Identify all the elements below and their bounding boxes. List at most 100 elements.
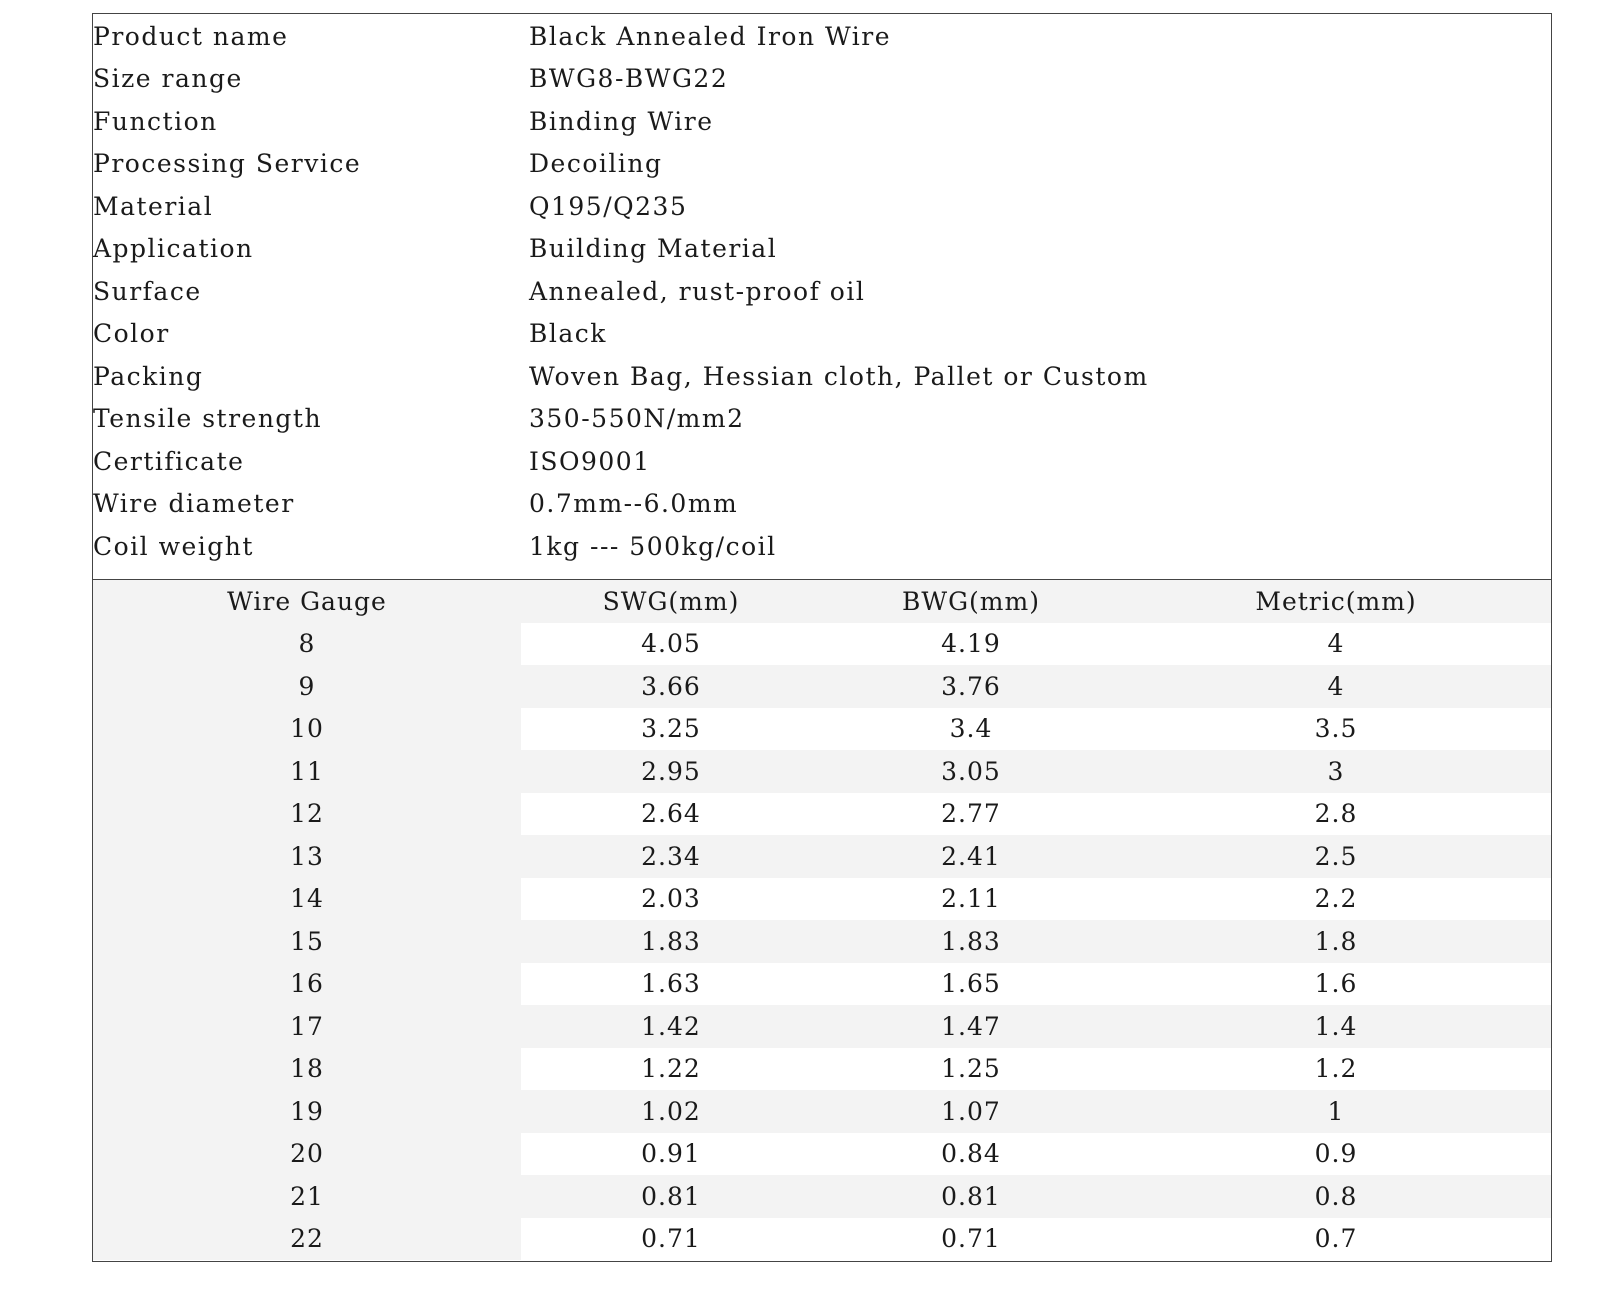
spec-label: Material xyxy=(93,191,214,221)
swg-cell: 2.03 xyxy=(641,884,701,914)
table-row: 13 2.34 2.41 2.5 xyxy=(93,835,1551,878)
spec-label: Application xyxy=(93,234,254,264)
swg-cell: 2.34 xyxy=(641,841,701,871)
swg-cell: 1.02 xyxy=(641,1096,701,1126)
table-row: 14 2.03 2.11 2.2 xyxy=(93,877,1551,920)
swg-cell: 1.83 xyxy=(641,926,701,956)
bwg-cell: 1.25 xyxy=(941,1054,1001,1084)
spec-row: Processing Service Decoiling xyxy=(93,143,1551,186)
header-bwg: BWG(mm) xyxy=(902,586,1040,616)
gauge-cell: 9 xyxy=(93,665,521,708)
bwg-cell: 0.81 xyxy=(941,1181,1001,1211)
spec-row: Coil weight 1kg --- 500kg/coil xyxy=(93,525,1551,568)
metric-cell: 0.7 xyxy=(1314,1224,1358,1254)
metric-cell: 4 xyxy=(1327,629,1345,659)
swg-cell: 1.42 xyxy=(641,1011,701,1041)
header-swg: SWG(mm) xyxy=(602,586,740,616)
table-row: 11 2.95 3.05 3 xyxy=(93,750,1551,793)
spec-label: Function xyxy=(93,106,218,136)
metric-cell: 0.8 xyxy=(1314,1181,1358,1211)
metric-cell: 3 xyxy=(1327,756,1345,786)
spec-label: Coil weight xyxy=(93,531,254,561)
spec-row: Application Building Material xyxy=(93,228,1551,271)
metric-cell: 2.8 xyxy=(1314,799,1358,829)
table-row: 15 1.83 1.83 1.8 xyxy=(93,920,1551,963)
metric-cell: 3.5 xyxy=(1314,714,1358,744)
spec-row: Tensile strength 350-550N/mm2 xyxy=(93,398,1551,441)
metric-cell: 0.9 xyxy=(1314,1139,1358,1169)
spec-label: Size range xyxy=(93,64,243,94)
swg-cell: 2.95 xyxy=(641,756,701,786)
spec-value: Black Annealed Iron Wire xyxy=(529,21,891,51)
spec-value: Building Material xyxy=(529,234,778,264)
table-row: 19 1.02 1.07 1 xyxy=(93,1090,1551,1133)
spec-row: Product name Black Annealed Iron Wire xyxy=(93,15,1551,58)
spec-value: ISO9001 xyxy=(529,446,651,476)
gauge-cell: 19 xyxy=(93,1090,521,1133)
spec-value: Binding Wire xyxy=(529,106,714,136)
spec-value: 350-550N/mm2 xyxy=(529,404,745,434)
bwg-cell: 3.4 xyxy=(949,714,993,744)
bwg-cell: 2.41 xyxy=(941,841,1001,871)
spec-label: Packing xyxy=(93,361,204,391)
gauge-cell: 15 xyxy=(93,920,521,963)
spec-row: Color Black xyxy=(93,313,1551,356)
swg-cell: 0.81 xyxy=(641,1181,701,1211)
swg-cell: 3.25 xyxy=(641,714,701,744)
table-row: 18 1.22 1.25 1.2 xyxy=(93,1047,1551,1090)
swg-cell: 2.64 xyxy=(641,799,701,829)
spec-label: Tensile strength xyxy=(93,404,323,434)
bwg-cell: 1.83 xyxy=(941,926,1001,956)
gauge-cell: 22 xyxy=(93,1217,521,1260)
swg-cell: 1.63 xyxy=(641,969,701,999)
spec-value: Q195/Q235 xyxy=(529,191,688,221)
table-row: 21 0.81 0.81 0.8 xyxy=(93,1175,1551,1218)
gauge-cell: 17 xyxy=(93,1005,521,1048)
gauge-cell: 18 xyxy=(93,1047,521,1090)
bwg-cell: 3.05 xyxy=(941,756,1001,786)
metric-cell: 1.2 xyxy=(1314,1054,1358,1084)
metric-cell: 1.6 xyxy=(1314,969,1358,999)
gauge-cell: 20 xyxy=(93,1132,521,1175)
bwg-cell: 1.07 xyxy=(941,1096,1001,1126)
bwg-cell: 0.84 xyxy=(941,1139,1001,1169)
product-spec-sheet: Product name Black Annealed Iron Wire Size… xyxy=(92,13,1552,1262)
swg-cell: 1.22 xyxy=(641,1054,701,1084)
swg-cell: 0.71 xyxy=(641,1224,701,1254)
metric-cell: 1 xyxy=(1327,1096,1345,1126)
gauge-table: Wire Gauge SWG(mm) BWG(mm) Metric(mm) 8 4… xyxy=(93,580,1551,1260)
table-row: 17 1.42 1.47 1.4 xyxy=(93,1005,1551,1048)
spec-value: 0.7mm--6.0mm xyxy=(529,489,739,519)
table-row: 16 1.63 1.65 1.6 xyxy=(93,962,1551,1005)
spec-row: Wire diameter 0.7mm--6.0mm xyxy=(93,483,1551,526)
table-row: 9 3.66 3.76 4 xyxy=(93,665,1551,708)
swg-cell: 3.66 xyxy=(641,671,701,701)
spec-table: Product name Black Annealed Iron Wire Size… xyxy=(93,14,1551,580)
table-row: 10 3.25 3.4 3.5 xyxy=(93,707,1551,750)
table-row: 8 4.05 4.19 4 xyxy=(93,622,1551,665)
spec-value: Woven Bag, Hessian cloth, Pallet or Cust… xyxy=(529,361,1149,391)
swg-cell: 4.05 xyxy=(641,629,701,659)
bwg-cell: 1.65 xyxy=(941,969,1001,999)
metric-cell: 2.5 xyxy=(1314,841,1358,871)
table-row: 20 0.91 0.84 0.9 xyxy=(93,1132,1551,1175)
table-row: 12 2.64 2.77 2.8 xyxy=(93,792,1551,835)
header-wire-gauge: Wire Gauge xyxy=(93,580,521,623)
swg-cell: 0.91 xyxy=(641,1139,701,1169)
spec-label: Color xyxy=(93,319,170,349)
spec-row: Surface Annealed, rust-proof oil xyxy=(93,270,1551,313)
spec-row: Size range BWG8-BWG22 xyxy=(93,58,1551,101)
spec-row: Packing Woven Bag, Hessian cloth, Pallet … xyxy=(93,355,1551,398)
gauge-cell: 14 xyxy=(93,877,521,920)
spec-row: Certificate ISO9001 xyxy=(93,440,1551,483)
gauge-cell: 21 xyxy=(93,1175,521,1218)
gauge-cell: 8 xyxy=(93,622,521,665)
spec-row: Function Binding Wire xyxy=(93,100,1551,143)
spec-label: Surface xyxy=(93,276,202,306)
gauge-cell: 11 xyxy=(93,750,521,793)
bwg-cell: 0.71 xyxy=(941,1224,1001,1254)
spec-value: BWG8-BWG22 xyxy=(529,64,729,94)
gauge-table-header: Wire Gauge SWG(mm) BWG(mm) Metric(mm) xyxy=(93,580,1551,623)
bwg-cell: 3.76 xyxy=(941,671,1001,701)
spec-value: Decoiling xyxy=(529,149,663,179)
